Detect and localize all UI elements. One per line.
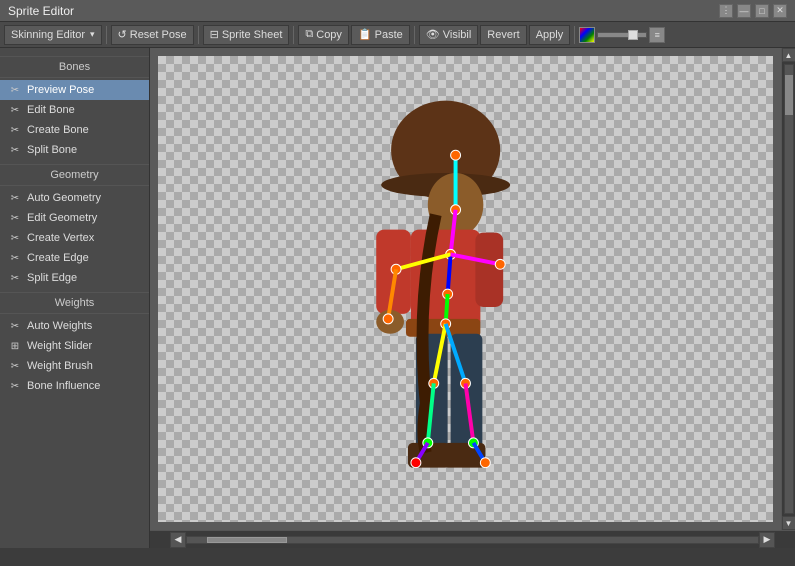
- v-scroll-thumb[interactable]: [785, 75, 793, 115]
- weight-brush-label: Weight Brush: [27, 360, 93, 372]
- weights-header-text: Weights: [55, 297, 95, 309]
- title-bar-controls: ⋮ — □ ✕: [719, 4, 787, 18]
- apply-button[interactable]: Apply: [529, 25, 571, 45]
- title-bar-text: Sprite Editor: [8, 4, 74, 18]
- canvas-container: ▲ ▼ ◀ ▶: [150, 48, 795, 548]
- paste-button[interactable]: 📋 Paste: [351, 25, 410, 45]
- v-scroll-track[interactable]: [784, 64, 794, 514]
- reset-pose-label: Reset Pose: [130, 29, 187, 41]
- edit-geometry-label: Edit Geometry: [27, 212, 97, 224]
- geometry-header-text: Geometry: [50, 169, 98, 181]
- edit-geometry-icon: ✂: [8, 211, 22, 225]
- title-bar: Sprite Editor ⋮ — □ ✕: [0, 0, 795, 22]
- create-vertex-label: Create Vertex: [27, 232, 94, 244]
- bone-influence-icon: ✂: [8, 379, 22, 393]
- scroll-up-arrow[interactable]: ▲: [782, 48, 795, 62]
- toolbar-end-btn[interactable]: ≡: [649, 27, 665, 43]
- sprite-sheet-label: Sprite Sheet: [222, 29, 283, 41]
- sprite-sheet-button[interactable]: ⊟ Sprite Sheet: [203, 25, 290, 45]
- create-edge-label: Create Edge: [27, 252, 89, 264]
- sprite-sheet-icon: ⊟: [210, 28, 219, 41]
- title-bar-close-btn[interactable]: ✕: [773, 4, 787, 18]
- visibility-button[interactable]: 👁 Visibil: [419, 25, 479, 45]
- revert-label: Revert: [487, 29, 519, 41]
- sidebar-item-weight-brush[interactable]: ✂ Weight Brush: [0, 356, 149, 376]
- scroll-left-arrow[interactable]: ◀: [170, 532, 186, 548]
- create-vertex-icon: ✂: [8, 231, 22, 245]
- create-bone-label: Create Bone: [27, 124, 89, 136]
- copy-label: Copy: [316, 29, 342, 41]
- auto-geometry-label: Auto Geometry: [27, 192, 101, 204]
- main-layout: Bones ✂ Preview Pose ✂ Edit Bone ✂ Creat…: [0, 48, 795, 548]
- auto-geometry-icon: ✂: [8, 191, 22, 205]
- sidebar-item-edit-bone[interactable]: ✂ Edit Bone: [0, 100, 149, 120]
- bones-section-header: Bones: [0, 56, 149, 78]
- geometry-section-header: Geometry: [0, 164, 149, 186]
- canvas-row: ▲ ▼: [150, 48, 795, 530]
- sidebar-item-create-vertex[interactable]: ✂ Create Vertex: [0, 228, 149, 248]
- weight-slider-icon: ⊞: [8, 339, 22, 353]
- sidebar-item-bone-influence[interactable]: ✂ Bone Influence: [0, 376, 149, 396]
- weight-brush-icon: ✂: [8, 359, 22, 373]
- skinning-editor-label: Skinning Editor: [11, 29, 85, 41]
- preview-pose-icon: ✂: [8, 83, 22, 97]
- h-scroll-thumb[interactable]: [207, 537, 287, 543]
- sidebar-item-auto-geometry[interactable]: ✂ Auto Geometry: [0, 188, 149, 208]
- eye-icon: 👁: [426, 28, 440, 41]
- split-bone-icon: ✂: [8, 143, 22, 157]
- revert-button[interactable]: Revert: [480, 25, 526, 45]
- copy-button[interactable]: ⧉ Copy: [298, 25, 349, 45]
- sidebar-item-split-edge[interactable]: ✂ Split Edge: [0, 268, 149, 288]
- title-bar-maximize-btn[interactable]: □: [755, 4, 769, 18]
- split-edge-icon: ✂: [8, 271, 22, 285]
- sidebar-item-create-bone[interactable]: ✂ Create Bone: [0, 120, 149, 140]
- skinning-editor-dropdown[interactable]: Skinning Editor: [4, 25, 102, 45]
- sidebar-item-split-bone[interactable]: ✂ Split Bone: [0, 140, 149, 160]
- edit-bone-label: Edit Bone: [27, 104, 75, 116]
- sidebar: Bones ✂ Preview Pose ✂ Edit Bone ✂ Creat…: [0, 48, 150, 548]
- opacity-slider[interactable]: [597, 32, 647, 38]
- paste-label: Paste: [375, 29, 403, 41]
- toolbar-sep-5: [574, 26, 575, 44]
- apply-label: Apply: [536, 29, 564, 41]
- weights-section-header: Weights: [0, 292, 149, 314]
- scroll-right-arrow[interactable]: ▶: [759, 532, 775, 548]
- title-bar-menu-btn[interactable]: ⋮: [719, 4, 733, 18]
- reset-pose-icon: ↺: [118, 28, 127, 41]
- sidebar-item-edit-geometry[interactable]: ✂ Edit Geometry: [0, 208, 149, 228]
- color-swatch[interactable]: [579, 27, 595, 43]
- bone-influence-label: Bone Influence: [27, 380, 100, 392]
- sidebar-item-auto-weights[interactable]: ✂ Auto Weights: [0, 316, 149, 336]
- auto-weights-icon: ✂: [8, 319, 22, 333]
- visibility-label: Visibil: [443, 29, 472, 41]
- preview-pose-label: Preview Pose: [27, 84, 94, 96]
- checker-background: [158, 56, 773, 522]
- copy-icon: ⧉: [305, 28, 313, 41]
- toolbar-sep-1: [106, 26, 107, 44]
- paste-icon: 📋: [358, 28, 372, 41]
- sidebar-item-create-edge[interactable]: ✂ Create Edge: [0, 248, 149, 268]
- bones-header-text: Bones: [59, 61, 90, 73]
- title-bar-minimize-btn[interactable]: —: [737, 4, 751, 18]
- create-bone-icon: ✂: [8, 123, 22, 137]
- weight-slider-label: Weight Slider: [27, 340, 92, 352]
- edit-bone-icon: ✂: [8, 103, 22, 117]
- h-scroll-track[interactable]: [186, 536, 759, 544]
- toolbar: Skinning Editor ↺ Reset Pose ⊟ Sprite Sh…: [0, 22, 795, 48]
- auto-weights-label: Auto Weights: [27, 320, 92, 332]
- bottom-scrollbar: ◀ ▶: [150, 530, 795, 548]
- toolbar-sep-2: [198, 26, 199, 44]
- toolbar-sep-3: [293, 26, 294, 44]
- split-edge-label: Split Edge: [27, 272, 77, 284]
- right-scrollbar[interactable]: ▲ ▼: [781, 48, 795, 530]
- create-edge-icon: ✂: [8, 251, 22, 265]
- toolbar-sep-4: [414, 26, 415, 44]
- sidebar-item-weight-slider[interactable]: ⊞ Weight Slider: [0, 336, 149, 356]
- canvas-area[interactable]: [150, 48, 781, 530]
- scroll-down-arrow[interactable]: ▼: [782, 516, 795, 530]
- split-bone-label: Split Bone: [27, 144, 77, 156]
- reset-pose-button[interactable]: ↺ Reset Pose: [111, 25, 194, 45]
- sidebar-item-preview-pose[interactable]: ✂ Preview Pose: [0, 80, 149, 100]
